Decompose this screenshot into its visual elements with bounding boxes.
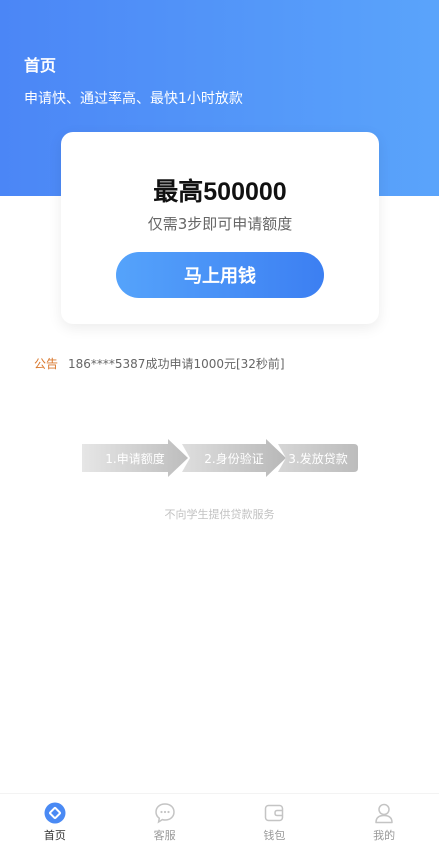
page: 首页 申请快、通过率高、最快1小时放款 最高500000 仅需3步即可申请额度 … bbox=[0, 0, 439, 842]
announcement: 公告 186****5387成功申请1000元[32秒前] bbox=[34, 354, 285, 372]
loan-card: 最高500000 仅需3步即可申请额度 马上用钱 bbox=[61, 132, 379, 324]
card-subtitle: 仅需3步即可申请额度 bbox=[147, 215, 293, 233]
announcement-text: 186****5387成功申请1000元[32秒前] bbox=[68, 356, 285, 371]
chat-icon bbox=[154, 802, 176, 824]
step-identity-verify: 2.身份验证 bbox=[182, 439, 286, 477]
announcement-label: 公告 bbox=[34, 356, 59, 371]
user-icon bbox=[373, 802, 395, 824]
borrow-now-button[interactable]: 马上用钱 bbox=[116, 252, 324, 298]
home-icon bbox=[44, 802, 66, 824]
wallet-icon bbox=[263, 802, 285, 824]
tab-home[interactable]: 首页 bbox=[0, 794, 110, 842]
step-label: 2.身份验证 bbox=[204, 451, 264, 466]
header-subtitle: 申请快、通过率高、最快1小时放款 bbox=[24, 91, 243, 107]
amount-prefix: 最高 bbox=[153, 177, 204, 206]
tab-label: 客服 bbox=[153, 829, 176, 842]
tab-profile[interactable]: 我的 bbox=[329, 794, 439, 842]
tab-customer-service[interactable]: 客服 bbox=[110, 794, 220, 842]
disclaimer-text: 不向学生提供贷款服务 bbox=[164, 508, 275, 521]
bottom-tab-bar: 首页 客服 钱包 我的 bbox=[0, 793, 439, 842]
tab-label: 钱包 bbox=[263, 829, 286, 842]
step-apply-quota: 1.申请额度 bbox=[82, 439, 188, 477]
page-title: 首页 bbox=[24, 56, 57, 75]
tab-label: 我的 bbox=[373, 829, 396, 842]
tab-wallet[interactable]: 钱包 bbox=[220, 794, 330, 842]
tab-label: 首页 bbox=[43, 829, 66, 842]
step-label: 3.发放贷款 bbox=[288, 451, 348, 466]
step-disburse-loan: 3.发放贷款 bbox=[278, 439, 358, 477]
process-steps: 1.申请额度 2.身份验证 3.发放贷款 bbox=[82, 439, 358, 477]
max-amount: 最高500000 bbox=[61, 172, 379, 208]
amount-value: 500000 bbox=[203, 178, 287, 206]
step-label: 1.申请额度 bbox=[105, 451, 165, 466]
